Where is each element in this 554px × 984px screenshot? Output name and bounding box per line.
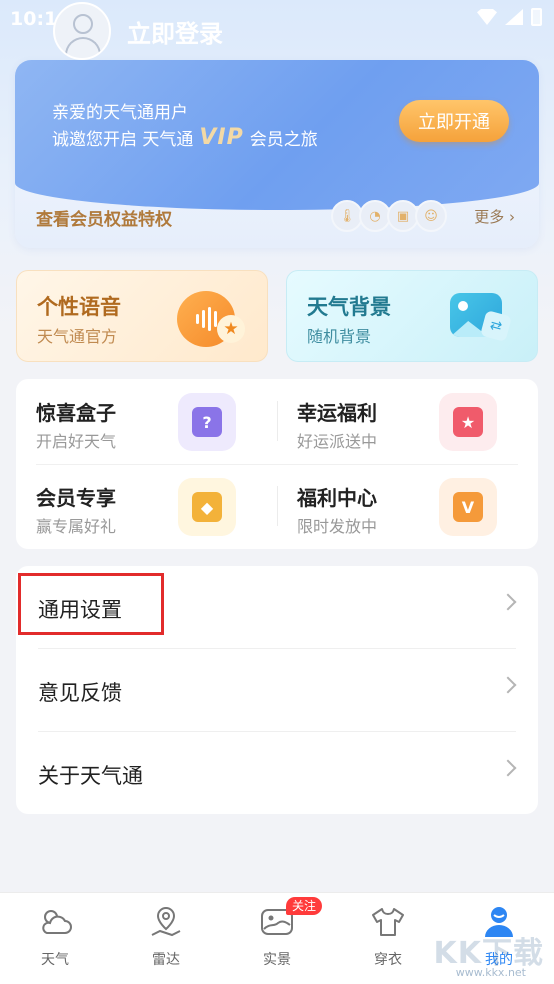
highlight-annotation (18, 573, 164, 635)
tab-label: 实景 (263, 952, 291, 968)
avatar[interactable] (53, 2, 111, 60)
watermark-url: www.kkx.net (455, 966, 526, 979)
signal-icon (505, 9, 523, 25)
feature-voice[interactable]: 个性语音 天气通官方 ★ (16, 270, 268, 362)
grid-item-welfare-center[interactable]: 福利中心 限时发放中 V (277, 464, 538, 549)
tab-label: 天气 (41, 952, 69, 968)
settings-item-label: 意见反馈 (38, 681, 122, 705)
login-button[interactable]: 立即登录 (127, 14, 223, 49)
feature-background-subtitle: 随机背景 (307, 327, 372, 346)
grid-item-member-exclusive[interactable]: 会员专享 赢专属好礼 ◆ (16, 464, 277, 549)
services-grid: 惊喜盒子 开启好天气 ? 幸运福利 好运派送中 ★ 会员专享 赢专属好礼 ◆ 福… (16, 379, 538, 549)
grid-item-title: 幸运福利 (297, 401, 377, 425)
vip-invite-prefix: 诚邀您开启 天气通 (52, 130, 194, 150)
feature-background[interactable]: 天气背景 随机背景 ⇄ (286, 270, 538, 362)
status-icons (477, 8, 542, 26)
tab-radar[interactable]: 雷达 (111, 893, 221, 984)
coupon-icon: V (439, 478, 497, 536)
feature-background-title: 天气背景 (307, 295, 391, 319)
tab-label: 穿衣 (374, 952, 402, 968)
chevron-right-icon (499, 759, 517, 777)
feature-voice-subtitle: 天气通官方 (37, 327, 118, 346)
grid-item-surprise-box[interactable]: 惊喜盒子 开启好天气 ? (16, 379, 277, 464)
vip-greeting: 亲爱的天气通用户 (52, 103, 188, 123)
grid-item-subtitle: 开启好天气 (36, 432, 117, 451)
tab-label: 雷达 (152, 952, 180, 968)
avatar-head (73, 14, 93, 34)
diamond-icon: ◆ (178, 478, 236, 536)
weather-icon (42, 910, 72, 934)
grid-item-subtitle: 限时发放中 (297, 517, 378, 536)
grid-item-lucky-welfare[interactable]: 幸运福利 好运派送中 ★ (277, 379, 538, 464)
refresh-icon: ⇄ (480, 310, 512, 342)
star-icon: ★ (217, 315, 245, 343)
radar-location-icon (151, 906, 181, 937)
vip-invite-suffix: 会员之旅 (249, 130, 318, 150)
wifi-icon (477, 9, 497, 25)
settings-item-feedback[interactable]: 意见反馈 (16, 649, 538, 732)
grid-item-subtitle: 好运派送中 (297, 432, 378, 451)
more-link[interactable]: 更多 › (474, 206, 515, 227)
tab-dressing[interactable]: 穿衣 (333, 893, 443, 984)
grid-item-title: 惊喜盒子 (36, 401, 116, 425)
tab-weather[interactable]: 天气 (0, 893, 110, 984)
settings-item-about[interactable]: 关于天气通 (16, 732, 538, 815)
grid-item-subtitle: 赢专属好礼 (36, 517, 117, 536)
chevron-right-icon (499, 593, 517, 611)
vip-logo: VIP (199, 125, 244, 150)
battery-icon (531, 8, 542, 26)
vip-open-button[interactable]: 立即开通 (399, 100, 509, 142)
mystery-box-icon: ? (178, 393, 236, 451)
feature-voice-title: 个性语音 (37, 295, 121, 319)
settings-item-label: 关于天气通 (38, 764, 143, 788)
tshirt-icon (372, 908, 404, 936)
grid-item-title: 会员专享 (36, 486, 116, 510)
more-label: 更多 (474, 208, 505, 226)
smile-icon: ☺ (415, 200, 447, 232)
vip-card[interactable]: 亲爱的天气通用户 诚邀您开启 天气通 VIP 会员之旅 立即开通 查看会员权益特… (15, 60, 539, 248)
grid-item-title: 福利中心 (297, 486, 377, 510)
avatar-body (65, 37, 101, 58)
chevron-right-icon: › (504, 208, 515, 226)
follow-badge: 关注 (286, 897, 323, 915)
chevron-right-icon (499, 676, 517, 694)
benefit-icons: 🌡 ◔ ▣ ☺ (331, 200, 447, 232)
vip-invite: 诚邀您开启 天气通 VIP 会员之旅 (52, 125, 318, 150)
vip-benefits-link[interactable]: 查看会员权益特权 (36, 205, 172, 230)
star-badge-icon: ★ (439, 393, 497, 451)
